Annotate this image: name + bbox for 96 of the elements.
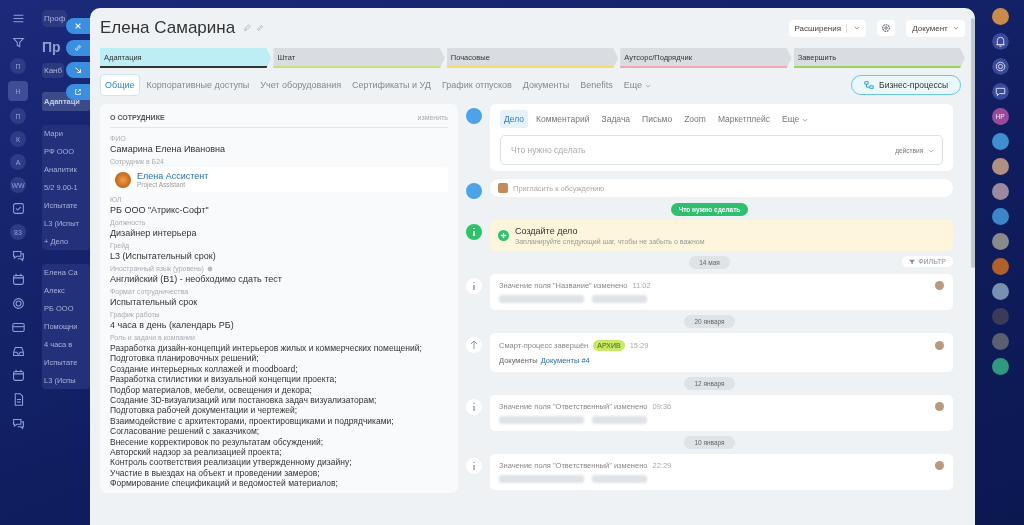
field-value: Внесение корректировок по результатам обсуждений;	[110, 436, 325, 448]
composer-tab[interactable]: Маркетплейс	[713, 110, 774, 128]
target-icon[interactable]	[991, 58, 1009, 75]
flow-icon	[864, 80, 875, 90]
composer-tab[interactable]: Задача	[597, 110, 635, 128]
avatar-icon	[935, 402, 944, 411]
external-link-icon	[74, 88, 82, 96]
field-value: РБ ООО "Атрикс-Софт"	[110, 205, 210, 215]
copy-link-button[interactable]	[66, 40, 90, 56]
caret-icon	[854, 26, 861, 31]
avatar-icon[interactable]	[991, 283, 1009, 300]
field-value: Дизайнер интерьера	[110, 228, 198, 238]
calendar-icon[interactable]	[11, 369, 25, 382]
settings-icon	[881, 23, 892, 33]
caret-icon	[802, 117, 809, 122]
new-window-button[interactable]	[66, 84, 90, 100]
document-button[interactable]: Документ	[906, 19, 965, 37]
avatar-icon	[935, 281, 944, 290]
calendar-icon[interactable]	[11, 273, 25, 286]
field-value: Взаимодействие с архитекторами, проектировщиками и подрядчиками;	[110, 415, 395, 427]
avatar-icon[interactable]	[991, 133, 1009, 150]
avatar-icon[interactable]	[991, 183, 1009, 200]
caret-icon	[928, 148, 934, 153]
field-value: Согласование решений с заказчиком;	[110, 426, 261, 437]
link-icon	[74, 44, 82, 52]
composer-tab[interactable]: Письмо	[638, 110, 677, 128]
tab[interactable]: График отпусков	[437, 75, 516, 95]
funnel-icon[interactable]	[11, 36, 25, 49]
field-value: Разработка дизайн-концепций интерьеров жилых и коммерческих помещений;	[110, 343, 423, 354]
card-icon[interactable]	[11, 321, 25, 334]
tab[interactable]: Сертификаты и УД	[348, 75, 435, 95]
inbox-icon[interactable]	[11, 345, 25, 358]
composer-tab[interactable]: Еще	[778, 110, 813, 128]
info-icon	[466, 224, 482, 240]
avatar-icon[interactable]	[991, 233, 1009, 250]
avatar-icon[interactable]	[991, 333, 1009, 350]
tab[interactable]: Учет оборудования	[256, 75, 346, 95]
field-value: Испытательный срок	[110, 297, 199, 307]
info-icon	[466, 458, 482, 474]
arrow-up-icon	[466, 337, 482, 353]
tab[interactable]: Корпоративные доступы	[142, 75, 254, 95]
field-value: Контроль соответствия реализации утвержденному дизайну;	[110, 457, 353, 468]
info-icon	[466, 399, 482, 415]
field-value: Подбор материалов, мебели, освещения и декора;	[110, 384, 313, 396]
view-tab[interactable]: Канб	[42, 63, 65, 78]
funnel-icon	[909, 258, 916, 265]
field-value: Английский (B1) - необходимо сдать тест	[110, 274, 283, 284]
avatar-icon[interactable]	[991, 358, 1009, 375]
checkbox-icon[interactable]	[11, 202, 25, 215]
avatar-icon[interactable]	[991, 158, 1009, 175]
blurred-value	[592, 416, 647, 424]
business-processes-button[interactable]: Бизнес-процессы	[851, 75, 961, 95]
field-value: L3 (Испытательный срок)	[110, 251, 217, 261]
page-title: Пр	[42, 39, 61, 55]
create-title[interactable]: Создайте дело	[515, 226, 705, 236]
field-value: Авторский надзор за реализацией проекта;	[110, 447, 283, 458]
menu-icon[interactable]	[11, 12, 25, 25]
blurred-value	[592, 295, 647, 303]
field-value: Создание интерьерных коллажей и moodboard;	[110, 363, 299, 375]
field-value: Подготовка рабочей документации и чертежей;	[110, 405, 299, 416]
tab[interactable]: Benefits	[576, 75, 617, 95]
field-value: Участие в выездах на объект и проведении замеров;	[110, 467, 321, 479]
scrollbar[interactable]	[971, 18, 975, 268]
field-value: Разработка стилистики и визуальной концепции проекта;	[110, 374, 338, 385]
avatar-icon	[935, 341, 944, 350]
avatar-icon[interactable]	[991, 258, 1009, 275]
settings-button[interactable]	[877, 20, 896, 36]
field-value: Самарина Елена Ивановна	[110, 144, 226, 154]
field-value: Создание 3D-визуализаций или постановка задач визуализаторам;	[110, 395, 378, 406]
avatar-icon	[115, 171, 131, 188]
tab[interactable]: Общие	[100, 74, 140, 96]
close-button[interactable]	[66, 18, 90, 34]
field-value: Формирование спецификаций и ведомостей материалов;	[110, 478, 339, 489]
search-field[interactable]: Проф	[42, 10, 68, 27]
field-value: 4 часа в день (календарь РБ)	[110, 320, 235, 330]
composer-tab[interactable]: Zoom	[680, 110, 710, 128]
caret-icon	[645, 83, 651, 88]
avatar-icon	[935, 461, 944, 470]
composer-tab[interactable]: Дело	[500, 110, 528, 128]
minimize-button[interactable]	[66, 62, 90, 78]
close-icon	[74, 22, 82, 30]
target-icon[interactable]	[11, 297, 25, 310]
avatar-icon[interactable]	[991, 8, 1009, 25]
extensions-button[interactable]: Расширения	[788, 19, 867, 37]
arrow-icon	[74, 66, 82, 74]
bell-icon[interactable]	[991, 33, 1009, 50]
record-title: Елена Самарина	[100, 18, 236, 38]
tab[interactable]: Еще	[619, 75, 655, 95]
caret-icon	[953, 26, 959, 31]
field-value: Подготовка планировочных решений;	[110, 353, 260, 364]
composer-tab[interactable]: Комментарий	[532, 110, 594, 128]
tab[interactable]: Документы	[518, 75, 574, 95]
avatar-icon[interactable]	[991, 208, 1009, 225]
blurred-value	[592, 475, 647, 483]
info-icon	[466, 278, 482, 294]
user-name[interactable]: Елена Ассистент	[137, 171, 209, 181]
